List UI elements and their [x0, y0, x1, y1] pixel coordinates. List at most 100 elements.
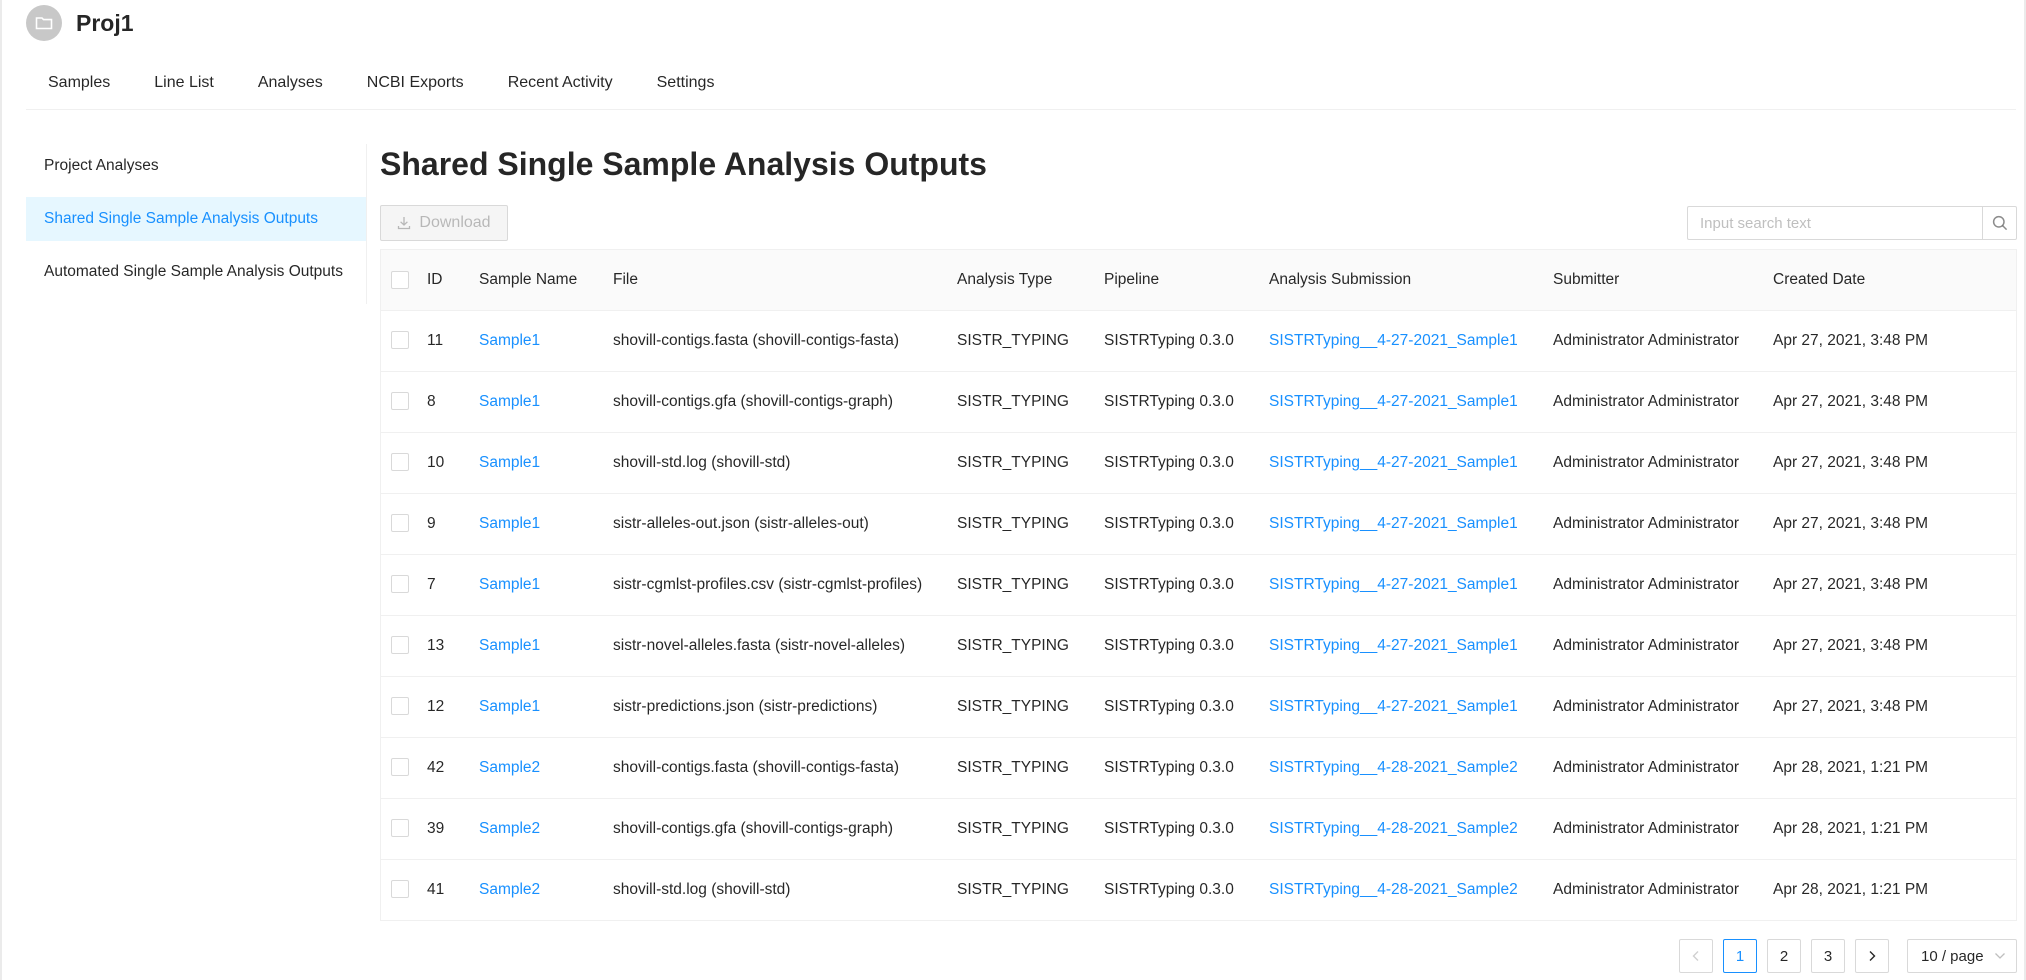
analysis-submission-link[interactable]: SISTRTyping__4-27-2021_Sample1 [1269, 454, 1518, 471]
cell-analysis-type: SISTR_TYPING [957, 737, 1104, 799]
column-header-pipeline[interactable]: Pipeline [1104, 250, 1269, 311]
cell-pipeline: SISTRTyping 0.3.0 [1104, 493, 1269, 555]
select-all-checkbox[interactable] [391, 270, 409, 289]
side-item-project-analyses[interactable]: Project Analyses [26, 144, 366, 188]
pagination-page-3[interactable]: 3 [1811, 939, 1845, 973]
sample-link[interactable]: Sample1 [479, 637, 540, 654]
tab-line-list[interactable]: Line List [132, 62, 236, 109]
cell-submitter: Administrator Administrator [1553, 737, 1773, 799]
analysis-submission-link[interactable]: SISTRTyping__4-27-2021_Sample1 [1269, 332, 1518, 349]
page-title: Shared Single Sample Analysis Outputs [380, 146, 987, 182]
column-header-analysis-submission[interactable]: Analysis Submission [1269, 250, 1553, 311]
tab-recent-activity[interactable]: Recent Activity [486, 62, 635, 109]
side-item-automated-outputs[interactable]: Automated Single Sample Analysis Outputs [26, 250, 366, 294]
cell-created-date: Apr 27, 2021, 3:48 PM [1773, 310, 2016, 372]
pagination-next-button[interactable] [1855, 939, 1889, 973]
chevron-right-icon [1869, 951, 1876, 961]
project-tabs: Samples Line List Analyses NCBI Exports … [26, 62, 2016, 110]
cell-created-date: Apr 28, 2021, 1:21 PM [1773, 737, 2016, 799]
cell-created-date: Apr 27, 2021, 3:48 PM [1773, 554, 2016, 616]
analysis-submission-link[interactable]: SISTRTyping__4-28-2021_Sample2 [1269, 759, 1518, 776]
sample-link[interactable]: Sample2 [479, 820, 540, 837]
column-header-id[interactable]: ID [427, 250, 479, 311]
cell-file: shovill-std.log (shovill-std) [613, 859, 957, 921]
row-checkbox[interactable] [391, 880, 409, 899]
sample-link[interactable]: Sample2 [479, 759, 540, 776]
analysis-submission-link[interactable]: SISTRTyping__4-27-2021_Sample1 [1269, 515, 1518, 532]
analysis-submission-link[interactable]: SISTRTyping__4-27-2021_Sample1 [1269, 393, 1518, 410]
cell-submitter: Administrator Administrator [1553, 615, 1773, 677]
cell-id: 10 [427, 432, 479, 494]
tab-analyses[interactable]: Analyses [236, 62, 345, 109]
cell-id: 9 [427, 493, 479, 555]
cell-pipeline: SISTRTyping 0.3.0 [1104, 310, 1269, 372]
row-checkbox[interactable] [391, 636, 409, 655]
column-header-submitter[interactable]: Submitter [1553, 250, 1773, 311]
sample-link[interactable]: Sample1 [479, 576, 540, 593]
chevron-left-icon [1692, 951, 1699, 961]
row-checkbox[interactable] [391, 392, 409, 411]
window-border-left [0, 0, 2, 980]
cell-id: 39 [427, 798, 479, 860]
folder-icon [26, 5, 62, 41]
cell-analysis-type: SISTR_TYPING [957, 554, 1104, 616]
pagination-page-2[interactable]: 2 [1767, 939, 1801, 973]
sample-link[interactable]: Sample1 [479, 393, 540, 410]
analysis-submission-link[interactable]: SISTRTyping__4-27-2021_Sample1 [1269, 698, 1518, 715]
cell-submitter: Administrator Administrator [1553, 432, 1773, 494]
sample-link[interactable]: Sample1 [479, 698, 540, 715]
sample-link[interactable]: Sample1 [479, 454, 540, 471]
tab-ncbi-exports[interactable]: NCBI Exports [345, 62, 486, 109]
analysis-submission-link[interactable]: SISTRTyping__4-27-2021_Sample1 [1269, 576, 1518, 593]
row-checkbox[interactable] [391, 331, 409, 350]
analysis-submission-link[interactable]: SISTRTyping__4-28-2021_Sample2 [1269, 881, 1518, 898]
search-input[interactable] [1687, 206, 1982, 240]
column-header-sample-name[interactable]: Sample Name [479, 250, 613, 311]
download-button[interactable]: Download [380, 205, 508, 241]
cell-file: sistr-alleles-out.json (sistr-alleles-ou… [613, 493, 957, 555]
side-item-shared-outputs[interactable]: Shared Single Sample Analysis Outputs [26, 197, 366, 241]
row-checkbox[interactable] [391, 819, 409, 838]
table-row: 42 Sample2 shovill-contigs.fasta (shovil… [381, 737, 2016, 799]
pagination-page-1[interactable]: 1 [1723, 939, 1757, 973]
row-checkbox[interactable] [391, 453, 409, 472]
cell-id: 41 [427, 859, 479, 921]
column-header-file[interactable]: File [613, 250, 957, 311]
cell-submitter: Administrator Administrator [1553, 310, 1773, 372]
column-header-created-date[interactable]: Created Date [1773, 250, 2016, 311]
tab-settings[interactable]: Settings [635, 62, 737, 109]
row-checkbox[interactable] [391, 758, 409, 777]
cell-id: 8 [427, 371, 479, 433]
cell-submitter: Administrator Administrator [1553, 859, 1773, 921]
cell-analysis-type: SISTR_TYPING [957, 859, 1104, 921]
table-row: 10 Sample1 shovill-std.log (shovill-std)… [381, 432, 2016, 494]
search-button[interactable] [1982, 206, 2017, 240]
cell-file: sistr-predictions.json (sistr-prediction… [613, 676, 957, 738]
row-checkbox[interactable] [391, 697, 409, 716]
sample-link[interactable]: Sample2 [479, 881, 540, 898]
sample-link[interactable]: Sample1 [479, 515, 540, 532]
pagination-prev-button[interactable] [1679, 939, 1713, 973]
download-label: Download [419, 214, 491, 231]
page-size-select[interactable]: 10 / page [1907, 939, 2017, 973]
cell-pipeline: SISTRTyping 0.3.0 [1104, 615, 1269, 677]
analysis-submission-link[interactable]: SISTRTyping__4-28-2021_Sample2 [1269, 820, 1518, 837]
sample-link[interactable]: Sample1 [479, 332, 540, 349]
column-header-analysis-type[interactable]: Analysis Type [957, 250, 1104, 311]
page-size-value: 10 / page [1921, 947, 1984, 965]
cell-analysis-type: SISTR_TYPING [957, 676, 1104, 738]
cell-id: 12 [427, 676, 479, 738]
analysis-submission-link[interactable]: SISTRTyping__4-27-2021_Sample1 [1269, 637, 1518, 654]
cell-created-date: Apr 27, 2021, 3:48 PM [1773, 676, 2016, 738]
table-row: 12 Sample1 sistr-predictions.json (sistr… [381, 676, 2016, 738]
cell-submitter: Administrator Administrator [1553, 493, 1773, 555]
row-checkbox[interactable] [391, 575, 409, 594]
table-row: 41 Sample2 shovill-std.log (shovill-std)… [381, 859, 2016, 921]
cell-id: 7 [427, 554, 479, 616]
cell-submitter: Administrator Administrator [1553, 676, 1773, 738]
row-checkbox[interactable] [391, 514, 409, 533]
cell-file: shovill-contigs.gfa (shovill-contigs-gra… [613, 798, 957, 860]
tab-samples[interactable]: Samples [26, 62, 132, 109]
table-row: 7 Sample1 sistr-cgmlst-profiles.csv (sis… [381, 554, 2016, 616]
header-checkbox-cell [381, 250, 427, 311]
